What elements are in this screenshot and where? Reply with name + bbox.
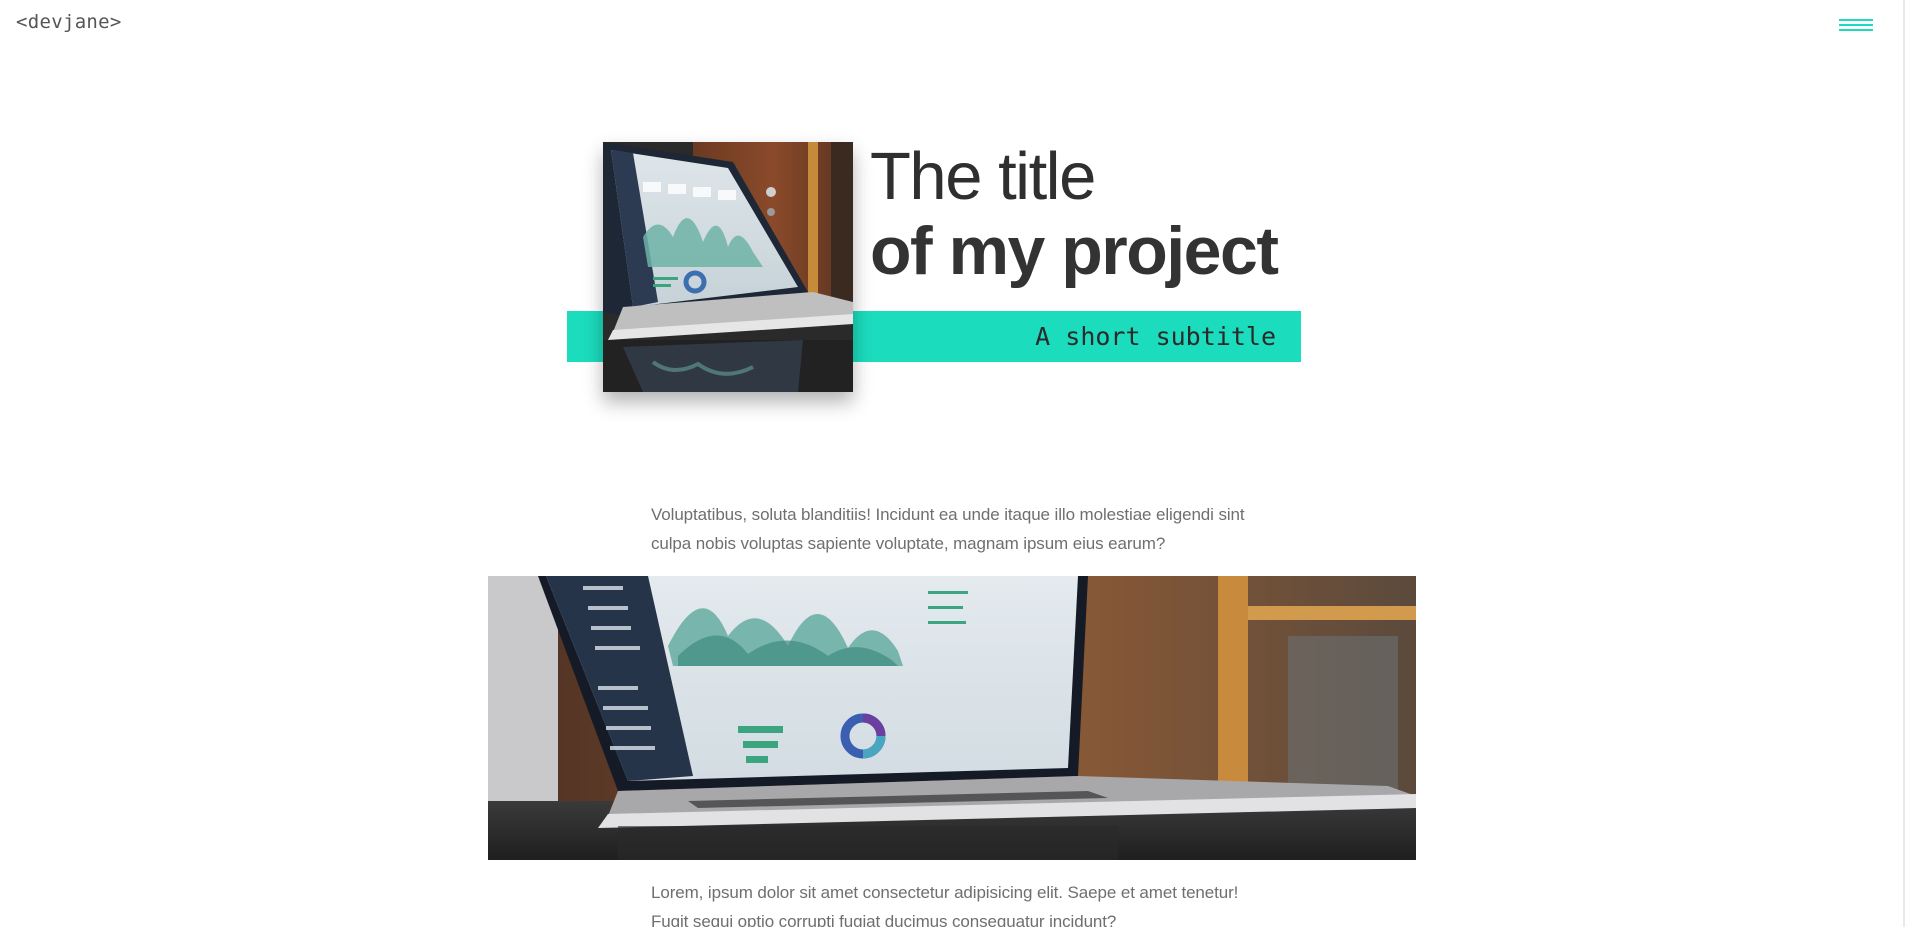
page: <devjane> A short subtitle The title of … — [0, 0, 1905, 927]
body-paragraph: Lorem, ipsum dolor sit amet consectetur … — [651, 883, 1239, 927]
site-logo[interactable]: <devjane> — [16, 11, 122, 33]
hamburger-menu-icon[interactable] — [1837, 15, 1875, 37]
content-image — [488, 576, 1416, 860]
menu-bar — [1839, 19, 1873, 21]
menu-bar — [1839, 24, 1873, 26]
project-title-line-1: The title — [870, 139, 1096, 214]
project-title-line-2: of my project — [870, 213, 1279, 289]
project-subtitle: A short subtitle — [1035, 322, 1276, 351]
hero-image — [603, 142, 853, 392]
body-paragraph: Voluptatibus, soluta blanditiis! Incidun… — [651, 505, 1245, 553]
menu-bar — [1839, 29, 1873, 31]
